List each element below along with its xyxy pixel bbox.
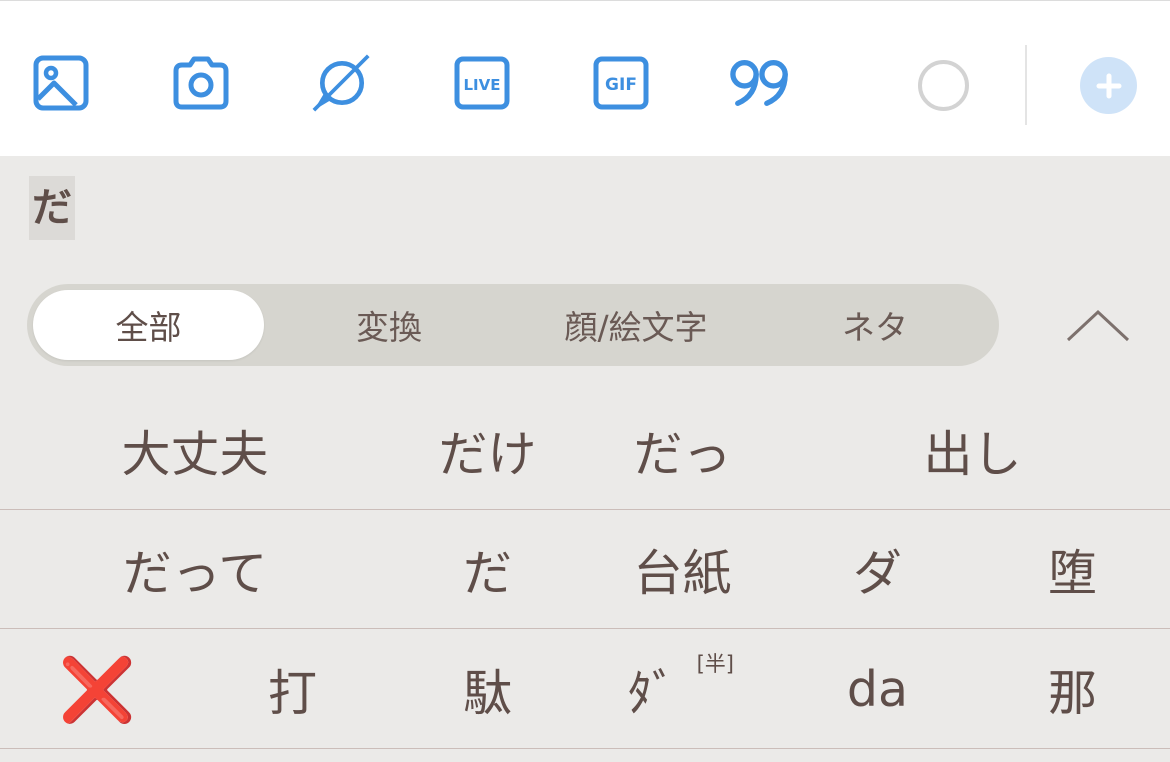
candidate[interactable]: ダ <box>830 510 925 629</box>
candidate-category-tabs: 全部 変換 顔/絵文字 ネタ <box>27 284 999 366</box>
candidate-row-3: ❌ 打 駄 ﾀﾞ [半] da 那 <box>0 630 1170 749</box>
candidate[interactable]: 那 <box>1025 630 1120 749</box>
poll-icon[interactable] <box>312 53 372 113</box>
tab-emoji[interactable]: 顔/絵文字 <box>521 284 751 366</box>
candidate-row-2: だって だ 台紙 ダ 堕 <box>0 510 1170 629</box>
plus-icon <box>1096 73 1121 98</box>
live-icon-label: LIVE <box>464 76 501 94</box>
candidate-label: ﾀﾞ <box>627 665 677 722</box>
candidate[interactable]: だって <box>100 510 290 629</box>
candidate[interactable]: 大丈夫 <box>100 391 290 510</box>
image-icon[interactable] <box>31 53 91 113</box>
candidate-row-1: 大丈夫 だけ だっ 出し <box>0 391 1170 510</box>
candidate[interactable]: だっ <box>610 391 755 510</box>
candidate[interactable]: 台紙 <box>610 510 755 629</box>
half-width-tag: [半] <box>696 652 734 676</box>
add-thread-button[interactable] <box>1080 57 1137 114</box>
camera-icon[interactable] <box>171 53 231 113</box>
gif-icon[interactable]: GIF <box>591 53 651 113</box>
tab-neta[interactable]: ネタ <box>775 284 975 366</box>
quote-icon[interactable] <box>730 53 790 113</box>
character-count-ring <box>918 60 969 111</box>
candidate[interactable]: 打 <box>245 630 340 749</box>
candidate[interactable]: da <box>830 630 925 749</box>
candidate[interactable]: 堕 <box>1025 510 1120 629</box>
compose-toolbar: LIVE GIF <box>0 0 1170 156</box>
candidate[interactable]: 出し <box>900 391 1045 510</box>
candidate[interactable]: だけ <box>415 391 560 510</box>
chevron-up-icon[interactable] <box>1063 300 1133 350</box>
toolbar-divider <box>1025 45 1027 125</box>
live-icon[interactable]: LIVE <box>452 53 512 113</box>
gif-icon-label: GIF <box>605 75 637 95</box>
candidate[interactable]: だ <box>440 510 535 629</box>
tab-all[interactable]: 全部 <box>33 290 264 360</box>
tab-convert[interactable]: 変換 <box>289 284 489 366</box>
composing-text: だ <box>29 176 75 240</box>
candidate[interactable]: 駄 <box>440 630 535 749</box>
candidate-half-width[interactable]: ﾀﾞ [半] <box>612 630 734 749</box>
cross-mark-candidate[interactable]: ❌ <box>50 630 145 749</box>
